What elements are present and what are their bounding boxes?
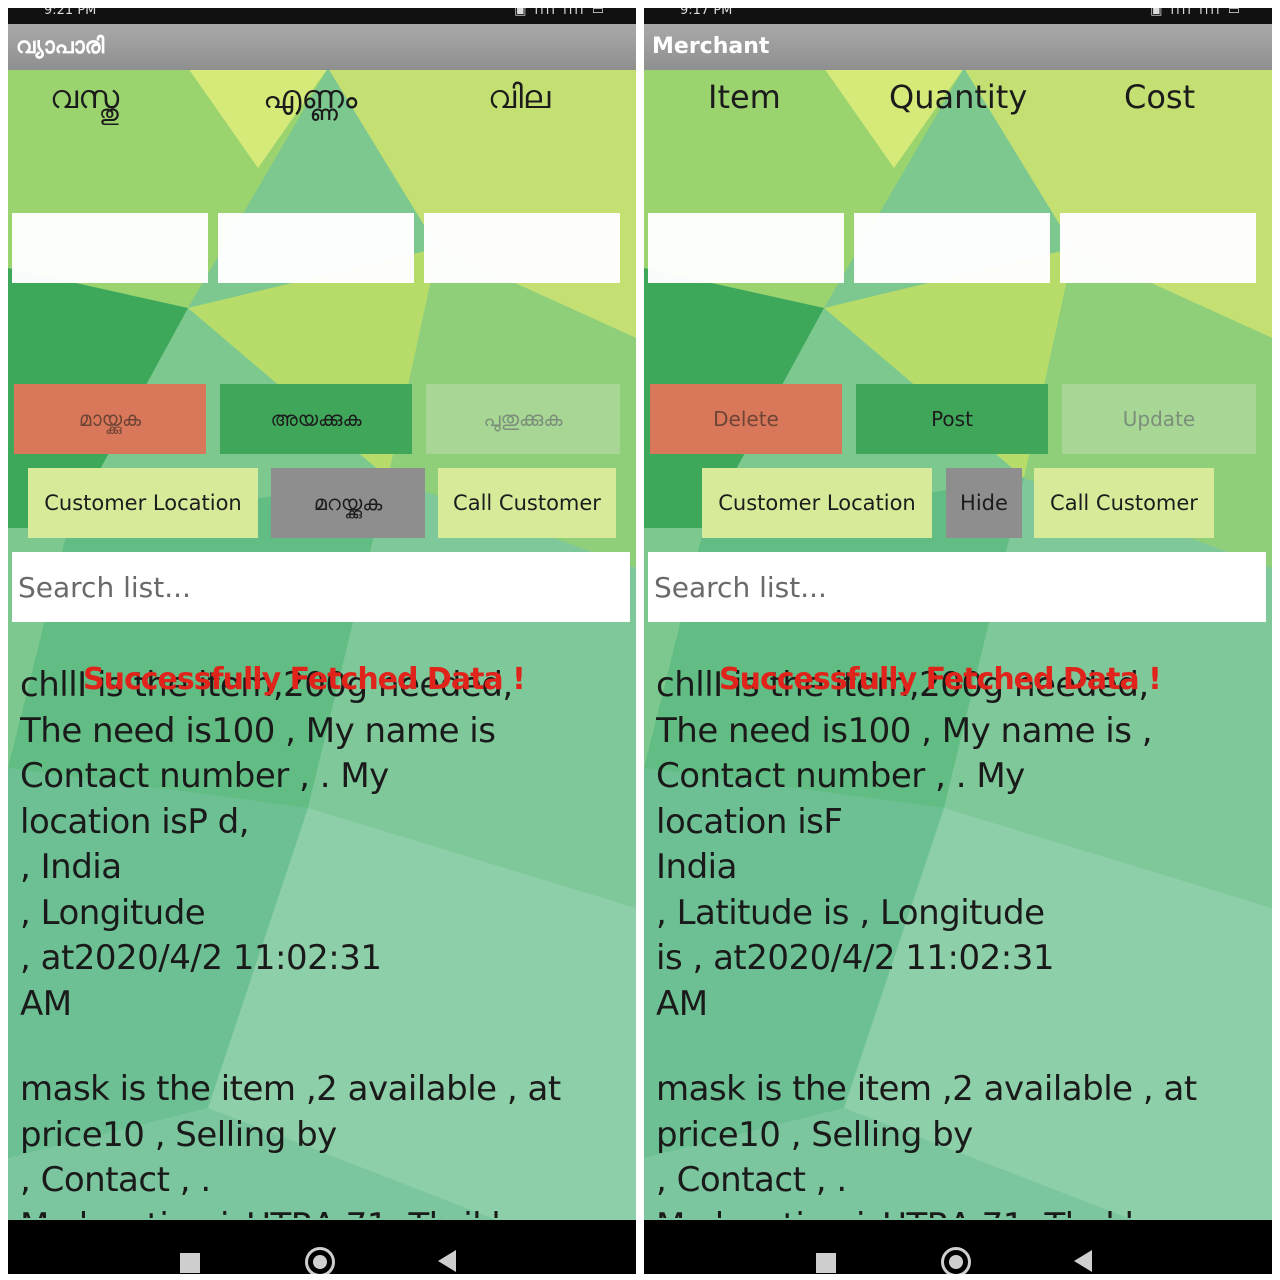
call-customer-button[interactable]: Call Customer [1034, 468, 1214, 538]
navigation-bar [8, 1220, 636, 1274]
item-input[interactable] [648, 213, 844, 283]
status-bar: 9:21 PM ▣ ıılı ııll ▭ [8, 8, 636, 24]
delete-button[interactable]: മായ്ക്കുക [14, 384, 206, 454]
quantity-input[interactable] [218, 213, 414, 283]
list-item[interactable]: chllI is the item,200g needed, The need … [656, 663, 1266, 1027]
status-signal-icon: ▣ ıılı ııll ▭ [514, 8, 606, 18]
home-icon[interactable] [941, 1247, 971, 1274]
app-title-bar: വ്യാപാരി [8, 24, 636, 70]
call-customer-button[interactable]: Call Customer [438, 468, 616, 538]
status-time: 9:21 PM [44, 8, 97, 18]
toast-message: Successfully Fetched Data ! [83, 662, 526, 697]
delete-button[interactable]: Delete [650, 384, 842, 454]
recents-icon[interactable] [816, 1253, 836, 1273]
toast-message: Successfully Fetched Data ! [719, 662, 1162, 697]
back-icon[interactable] [1074, 1250, 1092, 1272]
header-quantity: എണ്ണം [263, 78, 358, 116]
update-button[interactable]: പുതുക്കുക [426, 384, 620, 454]
search-input[interactable] [648, 552, 1266, 622]
phone-screen-english: 9:17 PM ▣ ıılı ııll ▭ Merchant Item Quan… [644, 8, 1272, 1274]
status-time: 9:17 PM [680, 8, 733, 18]
cost-input[interactable] [1060, 213, 1256, 283]
status-bar: 9:17 PM ▣ ıılı ııll ▭ [644, 8, 1272, 24]
home-icon[interactable] [305, 1247, 335, 1274]
list-item[interactable]: mask is the item ,2 available , at price… [20, 1067, 630, 1218]
list-item[interactable]: chllI is the item,200g needed, The need … [20, 663, 630, 1027]
header-item: വസ്തു [50, 78, 120, 116]
fetched-list[interactable]: chllI is the item,200g needed, The need … [20, 663, 630, 1218]
list-item[interactable]: mask is the item ,2 available , at price… [656, 1067, 1266, 1218]
fetched-list[interactable]: chllI is the item,200g needed, The need … [656, 663, 1266, 1218]
search-input[interactable] [12, 552, 630, 622]
back-icon[interactable] [438, 1250, 456, 1272]
hide-button[interactable]: Hide [946, 468, 1022, 538]
header-quantity: Quantity [889, 78, 1028, 116]
phone-screen-malayalam: 9:21 PM ▣ ıılı ııll ▭ വ്യാപാരി വസ്തു എണ്… [8, 8, 636, 1274]
recents-icon[interactable] [180, 1253, 200, 1273]
cost-input[interactable] [424, 213, 620, 283]
navigation-bar [644, 1220, 1272, 1274]
customer-location-button[interactable]: Customer Location [702, 468, 932, 538]
status-signal-icon: ▣ ıılı ııll ▭ [1150, 8, 1242, 18]
item-input[interactable] [12, 213, 208, 283]
header-cost: Cost [1124, 78, 1196, 116]
post-button[interactable]: Post [856, 384, 1048, 454]
quantity-input[interactable] [854, 213, 1050, 283]
hide-button[interactable]: മറയ്ക്കുക [271, 468, 425, 538]
app-title-bar: Merchant [644, 24, 1272, 70]
header-item: Item [708, 78, 781, 116]
update-button[interactable]: Update [1062, 384, 1256, 454]
header-cost: വില [488, 78, 551, 116]
customer-location-button[interactable]: Customer Location [28, 468, 258, 538]
post-button[interactable]: അയക്കുക [220, 384, 412, 454]
